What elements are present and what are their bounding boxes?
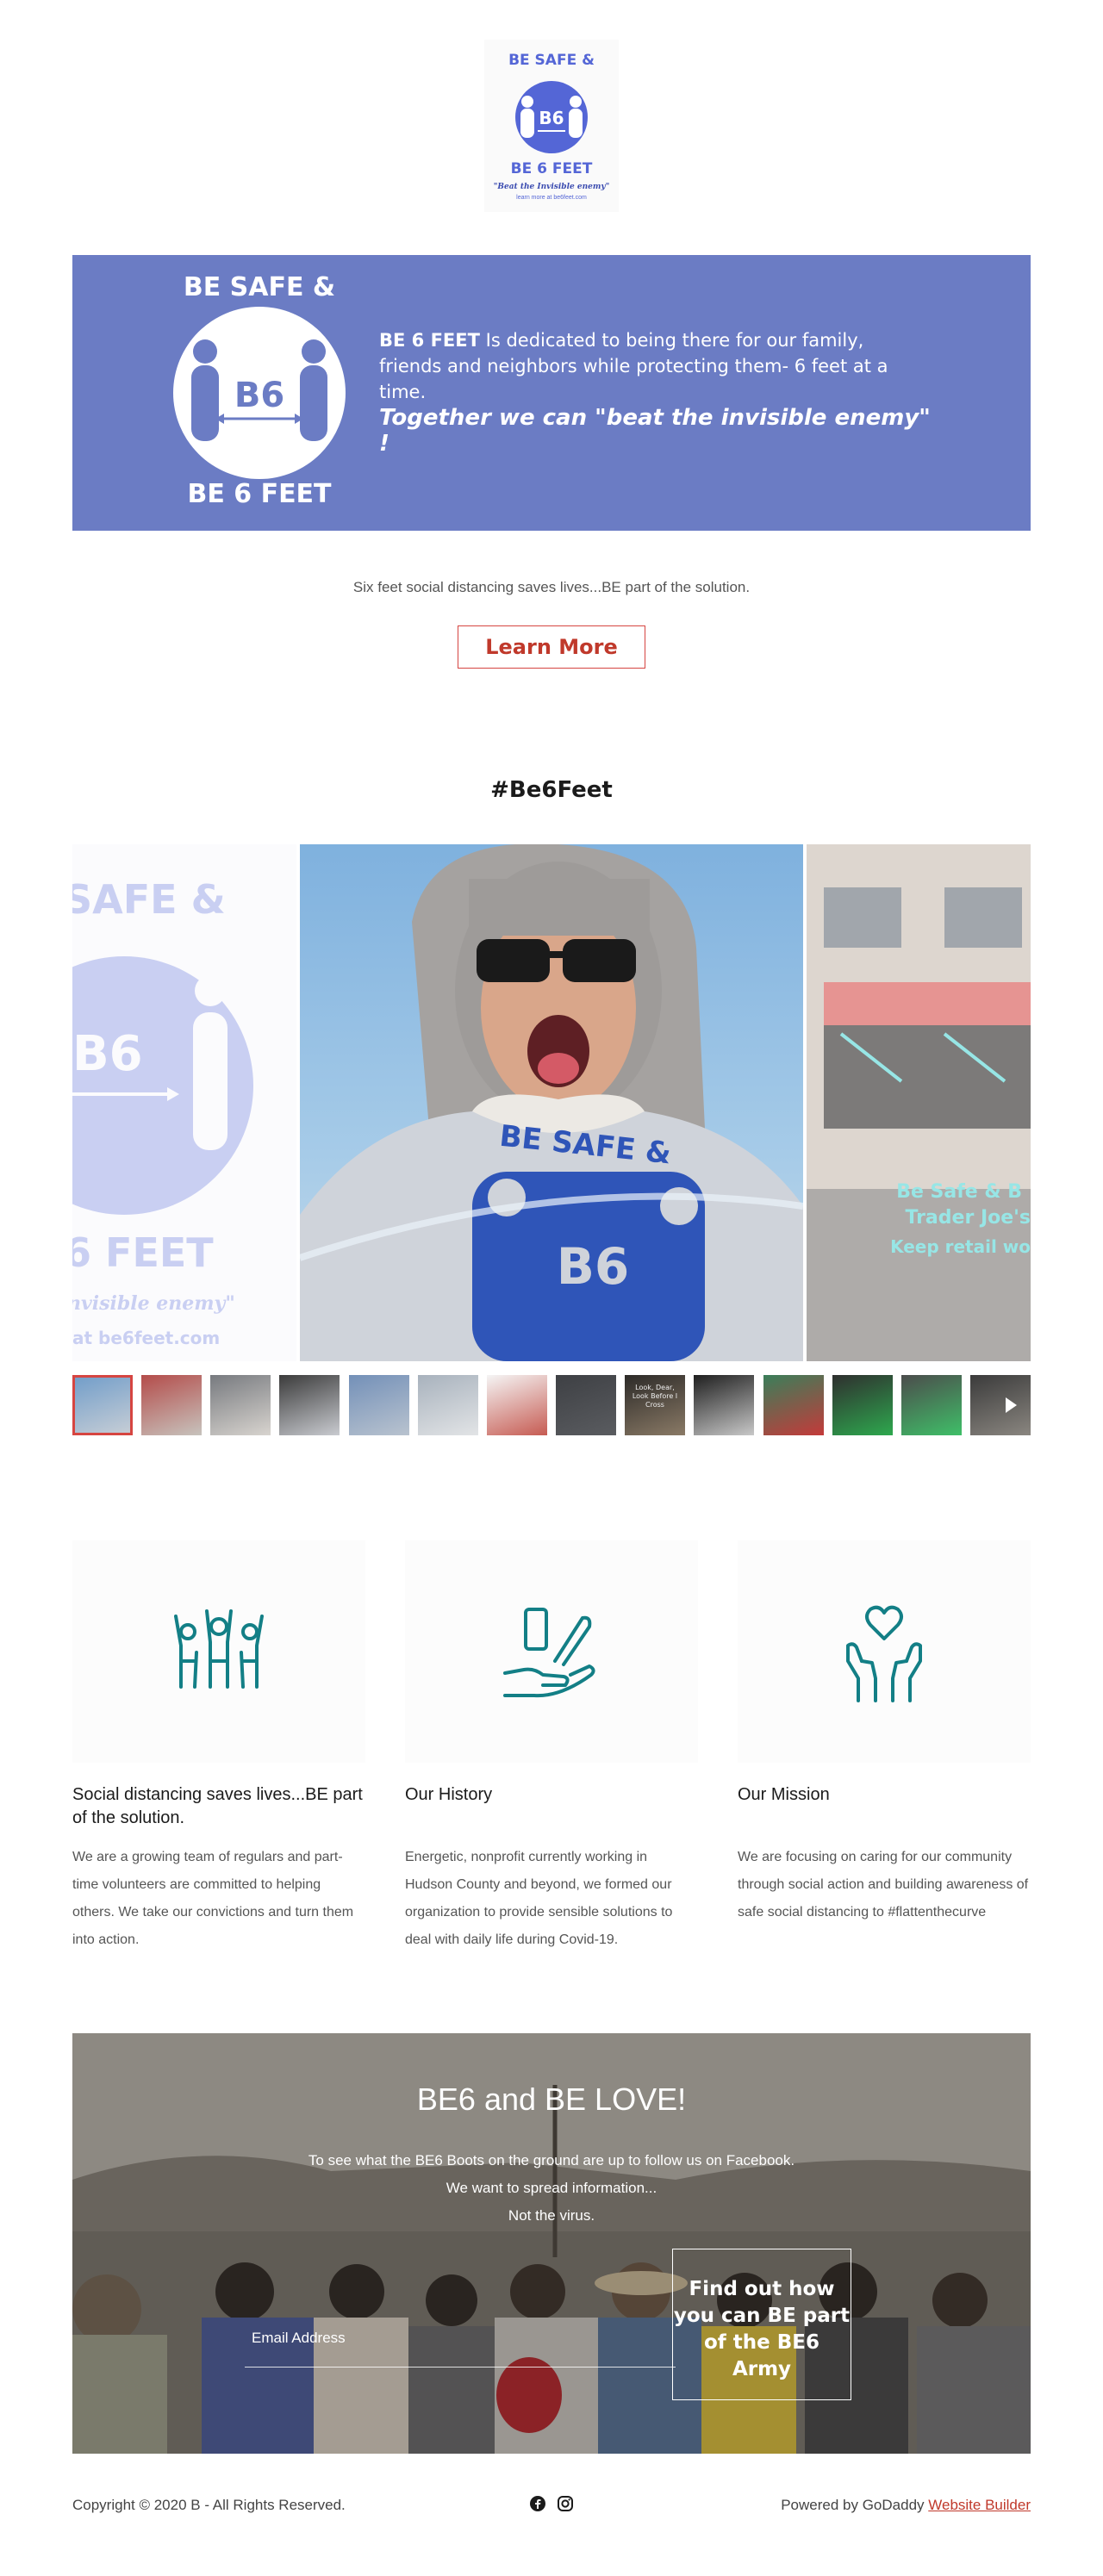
logo-tagline: "Beat the Invisible enemy" (493, 183, 610, 191)
slide-left-tagline: nvisible enemy" (72, 1292, 235, 1315)
feature-card-1: Social distancing saves lives...BE part … (72, 1540, 365, 1947)
email-field[interactable] (245, 2309, 676, 2368)
slide-left-center: B6 (72, 1026, 143, 1082)
gallery-title: #Be6Feet (490, 777, 613, 803)
slide-right-line1: Be Safe & B (896, 1181, 1022, 1203)
thumbnail[interactable] (349, 1375, 409, 1435)
thumbnail[interactable] (556, 1375, 616, 1435)
people-group-icon (174, 1609, 264, 1689)
thumbnail[interactable] (901, 1375, 962, 1435)
banner-center: B6 (234, 376, 284, 415)
thumbnail-caption: Look, Dear, Look Before I Cross (632, 1384, 678, 1409)
slide-current-image: BE SAFE & B6 (300, 844, 803, 1361)
cta-title: BE6 and BE LOVE! (416, 2081, 687, 2117)
hand-donation-icon (503, 1608, 595, 1698)
thumbnail[interactable] (763, 1375, 824, 1435)
feature-1-image (72, 1540, 365, 1763)
slide-previous-image: SAFE & B6 6 FEET nvisible enemy" at be6f… (72, 876, 253, 1348)
feature-3-image (738, 1540, 1031, 1763)
facebook-icon[interactable] (529, 2495, 546, 2512)
learn-more-button[interactable]: Learn More (458, 625, 645, 669)
feature-3-body: We are focusing on caring for our commun… (738, 1850, 1029, 1920)
thumbnail[interactable] (832, 1375, 893, 1435)
feature-1-body: We are a growing team of regulars and pa… (72, 1850, 354, 1947)
join-army-button[interactable]: Find out how you can BE part of the BE6 … (672, 2249, 851, 2400)
thumbnail[interactable] (141, 1375, 202, 1435)
slide-next-image: Be Safe & B Trader Joe's Keep retail wo (807, 844, 1031, 1361)
banner-description: BE 6 FEET Is dedicated to being there fo… (379, 327, 913, 405)
slide-left-url: at be6feet.com (72, 1328, 220, 1348)
feature-3-title: Our Mission (738, 1785, 830, 1804)
instagram-icon[interactable] (557, 2495, 574, 2512)
slide-left-line1: SAFE & (72, 876, 226, 923)
thumbnail[interactable] (694, 1375, 754, 1435)
hero-tagline: Six feet social distancing saves lives..… (352, 579, 751, 595)
thumbnail[interactable]: Look, Dear, Look Before I Cross (625, 1375, 685, 1435)
feature-2-body: Energetic, nonprofit currently working i… (405, 1850, 673, 1947)
shirt-center: B6 (557, 1237, 630, 1296)
footer-copyright: Copyright © 2020 B - All Rights Reserved… (72, 2497, 346, 2513)
cta-line-2: We want to spread information... (446, 2180, 657, 2196)
logo-line-2: BE 6 FEET (510, 160, 593, 177)
feature-2-title: Our History (405, 1785, 493, 1804)
logo-line-1: BE SAFE & (508, 52, 595, 69)
next-arrow-icon[interactable] (1006, 1397, 1017, 1413)
thumbnail[interactable] (210, 1375, 271, 1435)
footer-powered-by: Powered by GoDaddy Website Builder (781, 2497, 1031, 2514)
slide-next[interactable]: Be Safe & B Trader Joe's Keep retail wo (807, 844, 1031, 1361)
thumbnail[interactable] (970, 1375, 1031, 1435)
thumbnail[interactable] (418, 1375, 478, 1435)
slide-previous[interactable]: SAFE & B6 6 FEET nvisible enemy" at be6f… (72, 844, 296, 1361)
feature-1-title: Social distancing saves lives...BE part … (72, 1785, 363, 1827)
heart-hands-icon (846, 1605, 922, 1702)
feature-2-image (405, 1540, 698, 1763)
cta-line-1: To see what the BE6 Boots on the ground … (308, 2152, 795, 2168)
logo-url: learn more at be6feet.com (516, 195, 587, 201)
hero-banner: BE SAFE & B6 BE 6 FEET BE 6 FEET Is dedi… (72, 255, 1031, 531)
logo-center: B6 (539, 108, 564, 128)
website-builder-link[interactable]: Website Builder (928, 2497, 1031, 2513)
logo-mark: B6 (515, 81, 588, 153)
slider-thumbnails: Look, Dear, Look Before I Cross (72, 1375, 1031, 1435)
banner-bottom-line: BE 6 FEET (187, 479, 332, 509)
site-logo[interactable]: BE SAFE & B6 BE 6 FEET "Beat the Invisib… (484, 40, 619, 212)
footer-social-links (529, 2495, 576, 2514)
slide-right-line3: Keep retail wo (890, 1236, 1031, 1257)
cta-line-3: Not the virus. (508, 2207, 595, 2224)
thumbnail[interactable] (487, 1375, 547, 1435)
feature-card-3: Our Mission We are focusing on caring fo… (738, 1540, 1031, 1920)
slide-right-line2: Trader Joe's (905, 1207, 1031, 1229)
thumbnail[interactable] (72, 1375, 133, 1435)
banner-quote: Together we can "beat the invisible enem… (379, 405, 931, 457)
slide-left-line2: 6 FEET (72, 1229, 214, 1276)
slide-current[interactable]: BE SAFE & B6 (300, 844, 803, 1361)
newsletter-section: BE6 and BE LOVE! To see what the BE6 Boo… (72, 2033, 1031, 2454)
thumbnail[interactable] (279, 1375, 340, 1435)
banner-brand: BE 6 FEET (379, 330, 480, 351)
image-slider[interactable]: SAFE & B6 6 FEET nvisible enemy" at be6f… (72, 844, 1031, 1361)
powered-by-text: Powered by GoDaddy (781, 2497, 929, 2513)
feature-card-2: Our History Energetic, nonprofit current… (405, 1540, 698, 1947)
